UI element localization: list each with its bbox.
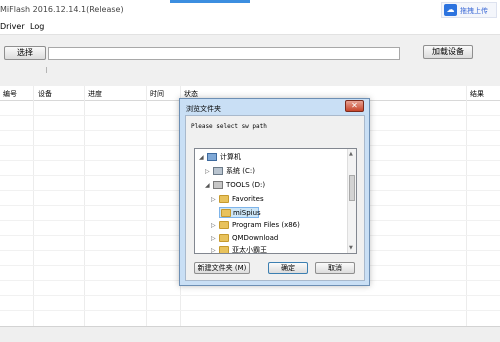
grid-row-line	[0, 295, 500, 296]
column-header-result[interactable]: 结果	[470, 89, 484, 99]
dialog-title: 浏览文件夹	[186, 105, 221, 113]
cloud-upload-label: 拖拽上传	[460, 7, 488, 15]
grid-divider	[466, 86, 467, 326]
grid-divider	[146, 86, 147, 326]
tree-item-tools-d[interactable]: ◢ TOOLS (D:)	[205, 180, 339, 191]
collapsed-arrow-icon[interactable]: ▷	[211, 194, 217, 205]
column-header-device[interactable]: 设备	[38, 89, 52, 99]
tree-item-system-c[interactable]: ▷ 系统 (C:)	[205, 166, 339, 177]
cloud-upload-button[interactable]: ☁ 拖拽上传	[441, 2, 497, 18]
tree-item-qmdownload[interactable]: ▷ QMDownload	[211, 233, 339, 244]
tree-item-yatai[interactable]: ▷ 亚太小霸王	[211, 245, 339, 254]
ok-button[interactable]: 确定	[268, 262, 308, 274]
grid-divider	[84, 86, 85, 326]
tree-item-label: 计算机	[220, 153, 241, 161]
scroll-down-icon[interactable]: ▼	[349, 245, 353, 251]
menu-bar: Driver Log	[0, 20, 500, 34]
folder-icon	[219, 234, 229, 242]
status-bar	[0, 326, 500, 342]
collapsed-arrow-icon[interactable]: ▷	[211, 233, 217, 244]
scroll-thumb[interactable]	[349, 175, 355, 201]
splitter-handle	[46, 67, 47, 73]
collapsed-arrow-icon[interactable]: ▷	[211, 220, 217, 231]
folder-icon	[221, 209, 231, 217]
load-device-button[interactable]: 加载设备	[423, 45, 473, 59]
collapsed-arrow-icon[interactable]: ▷	[211, 245, 217, 253]
tree-item-label: QMDownload	[232, 234, 279, 242]
tree-item-label: Favorites	[232, 195, 264, 203]
tree-item-label: 系统 (C:)	[226, 167, 255, 175]
column-header-time[interactable]: 时间	[150, 89, 164, 99]
dialog-message: Please select sw path	[191, 123, 267, 130]
column-header-index[interactable]: 编号	[3, 89, 17, 99]
cloud-upload-icon: ☁	[444, 4, 457, 16]
tree-item-favorites[interactable]: ▷ Favorites	[211, 194, 339, 205]
tree-scrollbar[interactable]: ▲ ▼	[347, 149, 356, 253]
tree-item-label: 亚太小霸王	[232, 246, 267, 254]
app-title: MiFlash 2016.12.14.1(Release)	[0, 5, 124, 14]
grid-row-line	[0, 310, 500, 311]
collapsed-arrow-icon[interactable]: ▷	[205, 166, 211, 177]
folder-tree[interactable]: ◢ 计算机 ▷ 系统 (C:) ◢ TOOLS (D:) ▷ Favorites…	[194, 148, 357, 254]
close-icon[interactable]: ✕	[345, 100, 364, 112]
toolbar	[0, 34, 500, 87]
folder-icon	[219, 246, 229, 253]
tree-item-label: miSpius	[233, 209, 261, 217]
menu-item-log[interactable]: Log	[30, 22, 44, 31]
computer-icon	[207, 153, 217, 161]
tree-item-program-files[interactable]: ▷ Program Files (x86)	[211, 220, 339, 231]
tree-item-label: TOOLS (D:)	[226, 181, 266, 189]
menu-item-driver[interactable]: Driver	[0, 22, 25, 31]
drive-icon	[213, 181, 223, 189]
folder-icon	[219, 195, 229, 203]
tree-item-mispius[interactable]: miSpius	[219, 207, 261, 218]
tree-item-computer[interactable]: ◢ 计算机	[199, 152, 339, 163]
folder-icon	[219, 221, 229, 229]
new-folder-button[interactable]: 新建文件夹 (M)	[194, 262, 250, 274]
column-header-progress[interactable]: 进度	[88, 89, 102, 99]
scroll-up-icon[interactable]: ▲	[349, 151, 353, 157]
drive-icon	[213, 167, 223, 175]
tree-item-label: Program Files (x86)	[232, 221, 300, 229]
expanded-arrow-icon[interactable]: ◢	[199, 152, 205, 163]
grid-divider	[33, 86, 34, 326]
expanded-arrow-icon[interactable]: ◢	[205, 180, 211, 191]
path-input[interactable]	[48, 47, 400, 60]
cancel-button[interactable]: 取消	[315, 262, 355, 274]
select-button[interactable]: 选择	[4, 46, 46, 60]
